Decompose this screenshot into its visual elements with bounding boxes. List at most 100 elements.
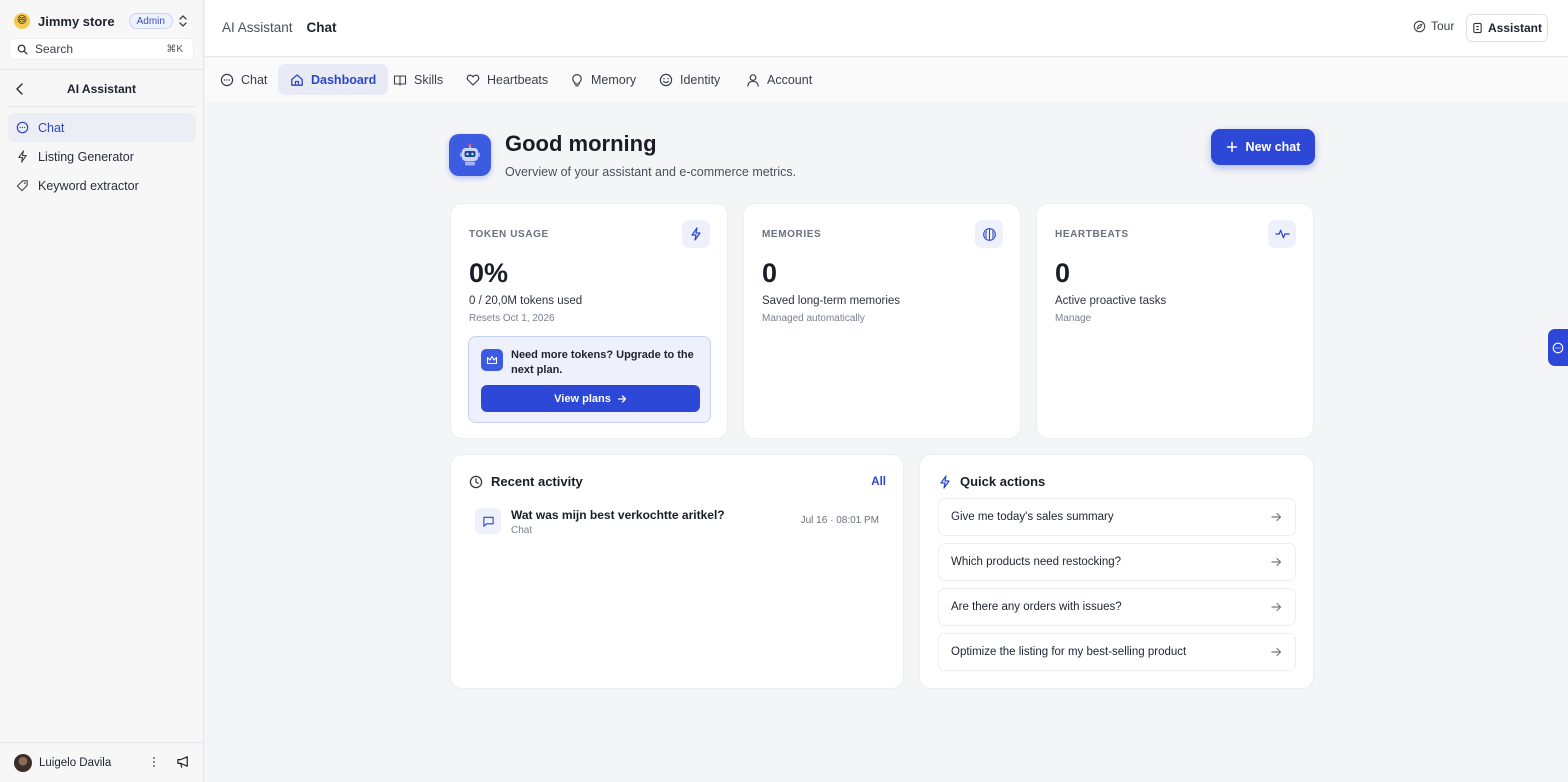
tab-label: Skills bbox=[414, 72, 444, 87]
arrow-right-icon bbox=[1271, 512, 1282, 522]
sidebar-section-header: AI Assistant bbox=[0, 80, 203, 98]
divider bbox=[8, 106, 196, 107]
heart-icon bbox=[466, 73, 480, 87]
divider bbox=[0, 742, 203, 743]
search-label: Search bbox=[35, 42, 74, 56]
book-icon bbox=[393, 73, 407, 87]
lightning-icon bbox=[16, 150, 29, 163]
store-emoji-icon: 😄 bbox=[14, 13, 30, 29]
role-badge: Admin bbox=[128, 13, 173, 29]
quick-action-label: Give me today's sales summary bbox=[951, 511, 1114, 523]
user-name: Luigelo Davila bbox=[39, 757, 112, 769]
tab-dashboard[interactable]: Dashboard bbox=[278, 64, 389, 95]
stat-label: MEMORIES bbox=[762, 229, 822, 240]
tab-label: Memory bbox=[591, 72, 637, 87]
quick-action-label: Which products need restocking? bbox=[951, 556, 1122, 568]
stat-note: Resets Oct 1, 2026 bbox=[469, 313, 555, 324]
chat-bubble-icon bbox=[1552, 342, 1564, 354]
top-bar: AI Assistant Chat Tour Assistant bbox=[205, 0, 1568, 57]
store-switcher[interactable]: 😄 Jimmy store Admin bbox=[14, 10, 194, 32]
stat-description: Active proactive tasks bbox=[1055, 295, 1167, 307]
user-menu[interactable]: Luigelo Davila bbox=[14, 753, 194, 773]
activity-type: Chat bbox=[511, 525, 533, 536]
megaphone-icon[interactable] bbox=[176, 754, 191, 769]
breadcrumb-current: Chat bbox=[306, 20, 337, 35]
tab-label: Heartbeats bbox=[487, 72, 549, 87]
chat-bubble-icon bbox=[16, 121, 29, 134]
bot-icon bbox=[1472, 22, 1483, 34]
stat-note: Managed automatically bbox=[762, 313, 865, 324]
activity-title: Wat was mijn best verkochtte aritkel? bbox=[511, 508, 725, 522]
compass-icon bbox=[1413, 20, 1426, 33]
brain-icon bbox=[975, 220, 1003, 248]
stat-label: TOKEN USAGE bbox=[469, 229, 549, 240]
tab-memory[interactable]: Memory bbox=[558, 64, 648, 95]
quick-actions-card: Quick actions Give me today's sales summ… bbox=[919, 454, 1314, 689]
tab-chat[interactable]: Chat bbox=[208, 64, 279, 95]
search-input[interactable]: Search ⌘K bbox=[9, 38, 194, 60]
stat-value: 0 bbox=[762, 258, 778, 288]
assistant-button[interactable]: Assistant bbox=[1466, 14, 1548, 42]
new-chat-button[interactable]: New chat bbox=[1211, 129, 1315, 165]
user-icon bbox=[746, 73, 760, 87]
upgrade-callout: Need more tokens? Upgrade to the next pl… bbox=[468, 336, 711, 423]
message-square-icon bbox=[475, 508, 501, 534]
arrow-right-icon bbox=[617, 394, 627, 404]
section-title: Quick actions bbox=[960, 474, 1046, 489]
quick-action-label: Optimize the listing for my best-selling… bbox=[951, 646, 1187, 658]
page-subtitle: Overview of your assistant and e-commerc… bbox=[505, 165, 797, 179]
quick-action-item[interactable]: Give me today's sales summary bbox=[938, 498, 1296, 536]
arrow-right-icon bbox=[1271, 647, 1282, 657]
upgrade-text: Need more tokens? Upgrade to the next pl… bbox=[511, 349, 694, 376]
sidebar-item-label: Keyword extractor bbox=[38, 178, 139, 193]
stat-description: Saved long-term memories bbox=[762, 295, 901, 307]
quick-action-item[interactable]: Which products need restocking? bbox=[938, 543, 1296, 581]
divider bbox=[0, 69, 203, 70]
quick-action-item[interactable]: Optimize the listing for my best-selling… bbox=[938, 633, 1296, 671]
view-all-link[interactable]: All bbox=[871, 476, 886, 488]
tab-account[interactable]: Account bbox=[734, 64, 824, 95]
tour-label: Tour bbox=[1431, 19, 1455, 33]
clock-icon bbox=[469, 475, 483, 489]
tab-label: Identity bbox=[680, 72, 721, 87]
sidebar-item-listing-generator[interactable]: Listing Generator bbox=[8, 142, 196, 171]
tab-identity[interactable]: Identity bbox=[647, 64, 732, 95]
robot-icon bbox=[449, 134, 491, 176]
memories-card[interactable]: MEMORIES 0 Saved long-term memories Mana… bbox=[743, 203, 1021, 439]
recent-activity-card: Recent activity All Wat was mijn best ve… bbox=[450, 454, 904, 689]
section-header: Quick actions bbox=[938, 474, 1045, 489]
tab-heartbeats[interactable]: Heartbeats bbox=[454, 64, 560, 95]
tour-button[interactable]: Tour bbox=[1413, 19, 1454, 33]
assistant-label: Assistant bbox=[1487, 21, 1543, 35]
manage-link[interactable]: Manage bbox=[1055, 313, 1091, 324]
sidebar-item-label: Chat bbox=[38, 120, 65, 135]
floating-chat-button[interactable] bbox=[1548, 329, 1568, 366]
stat-label: HEARTBEATS bbox=[1055, 229, 1129, 240]
breadcrumb-parent[interactable]: AI Assistant bbox=[222, 20, 293, 35]
stat-value: 0% bbox=[469, 258, 509, 288]
tab-bar: Chat Dashboard Skills Heartbeats Memory … bbox=[205, 58, 1568, 102]
activity-time: Jul 16 · 08:01 PM bbox=[800, 515, 879, 526]
sidebar-section-title: AI Assistant bbox=[67, 82, 136, 96]
crown-icon bbox=[481, 349, 503, 371]
more-vertical-icon[interactable] bbox=[152, 756, 156, 768]
chevron-up-down-icon[interactable] bbox=[178, 14, 188, 28]
search-shortcut: ⌘K bbox=[166, 44, 183, 55]
section-title: Recent activity bbox=[491, 474, 583, 489]
tab-label: Chat bbox=[241, 72, 268, 87]
heartbeats-card[interactable]: HEARTBEATS 0 Active proactive tasks Mana… bbox=[1036, 203, 1314, 439]
view-plans-button[interactable]: View plans bbox=[481, 385, 700, 412]
sidebar-nav: Chat Listing Generator Keyword extractor bbox=[8, 113, 196, 200]
home-icon bbox=[290, 73, 304, 87]
sidebar-item-chat[interactable]: Chat bbox=[8, 113, 196, 142]
section-header: Recent activity bbox=[469, 474, 583, 489]
search-icon bbox=[17, 44, 28, 55]
view-plans-label: View plans bbox=[554, 392, 611, 405]
tab-skills[interactable]: Skills bbox=[381, 64, 455, 95]
store-name: Jimmy store bbox=[38, 13, 115, 29]
token-usage-card: TOKEN USAGE 0% 0 / 20,0M tokens used Res… bbox=[450, 203, 728, 439]
quick-action-item[interactable]: Are there any orders with issues? bbox=[938, 588, 1296, 626]
lightbulb-icon bbox=[570, 73, 584, 87]
sidebar-item-keyword-extractor[interactable]: Keyword extractor bbox=[8, 171, 196, 200]
smiley-icon bbox=[659, 73, 673, 87]
